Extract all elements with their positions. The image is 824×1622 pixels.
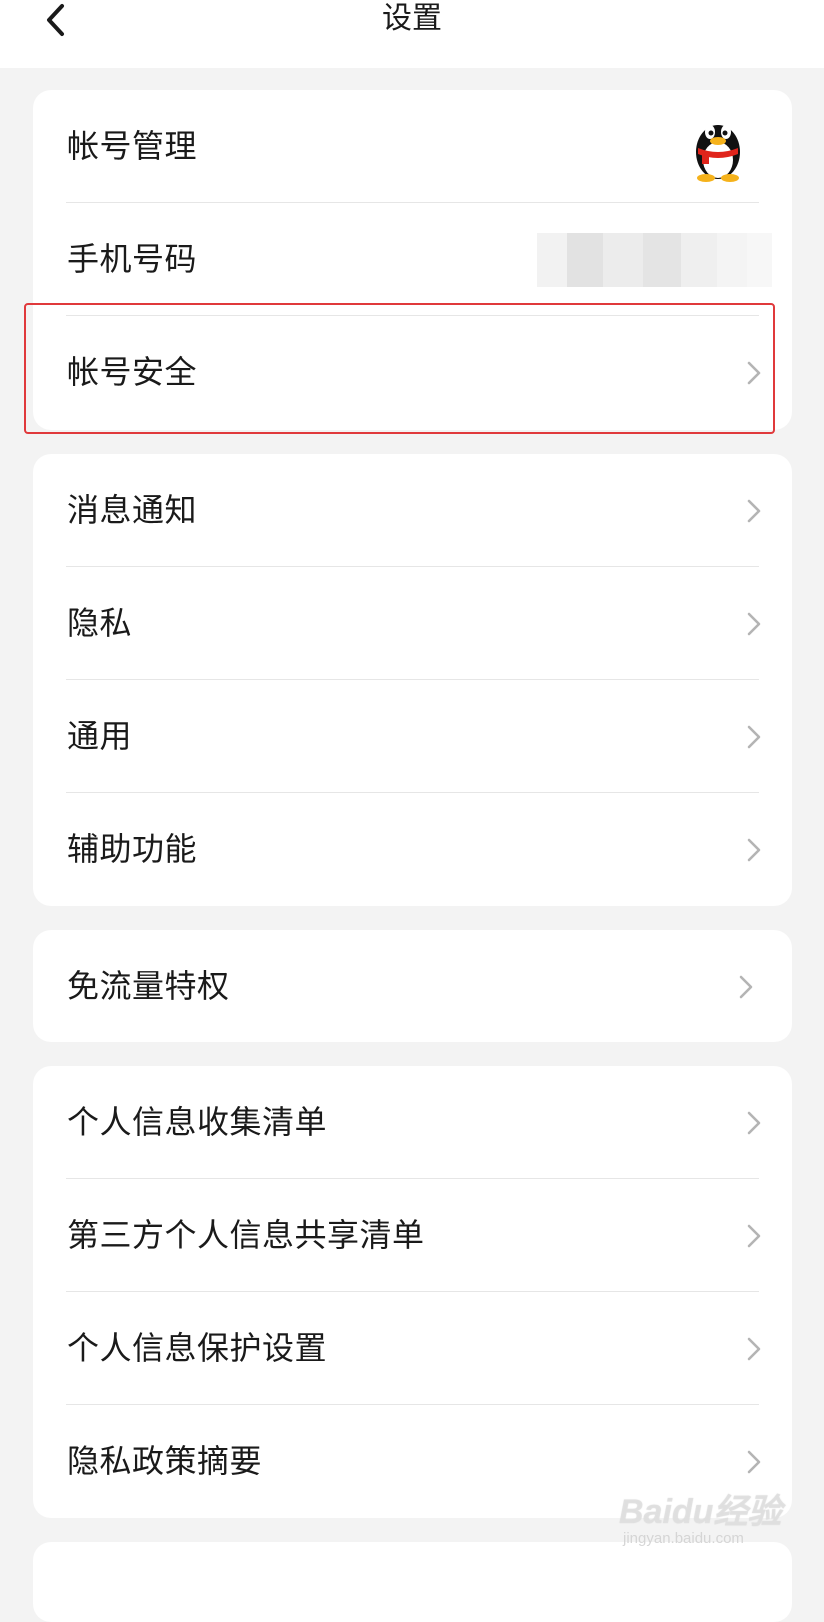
chevron-right-icon: [747, 838, 761, 862]
chevron-right-icon: [747, 1337, 761, 1361]
chevron-right-icon: [747, 1450, 761, 1474]
notifications-row[interactable]: 消息通知: [33, 454, 792, 567]
account-settings-group: 帐号管理 手机号码 帐号安全: [33, 90, 792, 430]
general-label: 通用: [67, 717, 133, 755]
privacy-row[interactable]: 隐私: [33, 567, 792, 680]
account-security-label: 帐号安全: [67, 353, 198, 391]
chevron-right-icon: [747, 1224, 761, 1248]
privacy-policy-summary-row[interactable]: 隐私政策摘要: [33, 1405, 792, 1518]
data-free-privilege-label: 免流量特权: [67, 967, 230, 1005]
third-party-sharing-label: 第三方个人信息共享清单: [67, 1216, 425, 1254]
third-party-sharing-row[interactable]: 第三方个人信息共享清单: [33, 1179, 792, 1292]
privacy-policy-summary-label: 隐私政策摘要: [67, 1442, 263, 1480]
chevron-right-icon: [747, 612, 761, 636]
account-security-row[interactable]: 帐号安全: [33, 316, 792, 429]
qq-avatar-icon: [696, 125, 740, 182]
chevron-right-icon: [747, 361, 761, 385]
general-row[interactable]: 通用: [33, 680, 792, 793]
personal-info-protection-row[interactable]: 个人信息保护设置: [33, 1292, 792, 1405]
top-navigation-bar: 设置: [0, 0, 824, 68]
personal-info-group: 个人信息收集清单 第三方个人信息共享清单 个人信息保护设置 隐私政策摘要: [33, 1066, 792, 1518]
personal-info-collection-row[interactable]: 个人信息收集清单: [33, 1066, 792, 1179]
chevron-right-icon: [739, 975, 753, 999]
chevron-right-icon: [747, 1111, 761, 1135]
chevron-right-icon: [747, 499, 761, 523]
general-settings-group: 消息通知 隐私 通用 辅助功能: [33, 454, 792, 906]
data-free-group: 免流量特权: [33, 930, 792, 1042]
phone-number-label: 手机号码: [67, 240, 198, 278]
masked-phone-value: [537, 233, 772, 287]
accessibility-label: 辅助功能: [67, 830, 198, 868]
data-free-privilege-row[interactable]: 免流量特权: [33, 930, 792, 1042]
account-management-label: 帐号管理: [67, 127, 198, 165]
privacy-label: 隐私: [67, 604, 133, 642]
accessibility-row[interactable]: 辅助功能: [33, 793, 792, 906]
personal-info-protection-label: 个人信息保护设置: [67, 1329, 328, 1367]
chevron-right-icon: [747, 725, 761, 749]
account-management-row[interactable]: 帐号管理: [33, 90, 792, 203]
personal-info-collection-label: 个人信息收集清单: [67, 1103, 328, 1141]
notifications-label: 消息通知: [67, 491, 198, 529]
phone-number-row[interactable]: 手机号码: [33, 203, 792, 316]
page-title: 设置: [382, 1, 442, 36]
next-group-card: [33, 1542, 792, 1622]
